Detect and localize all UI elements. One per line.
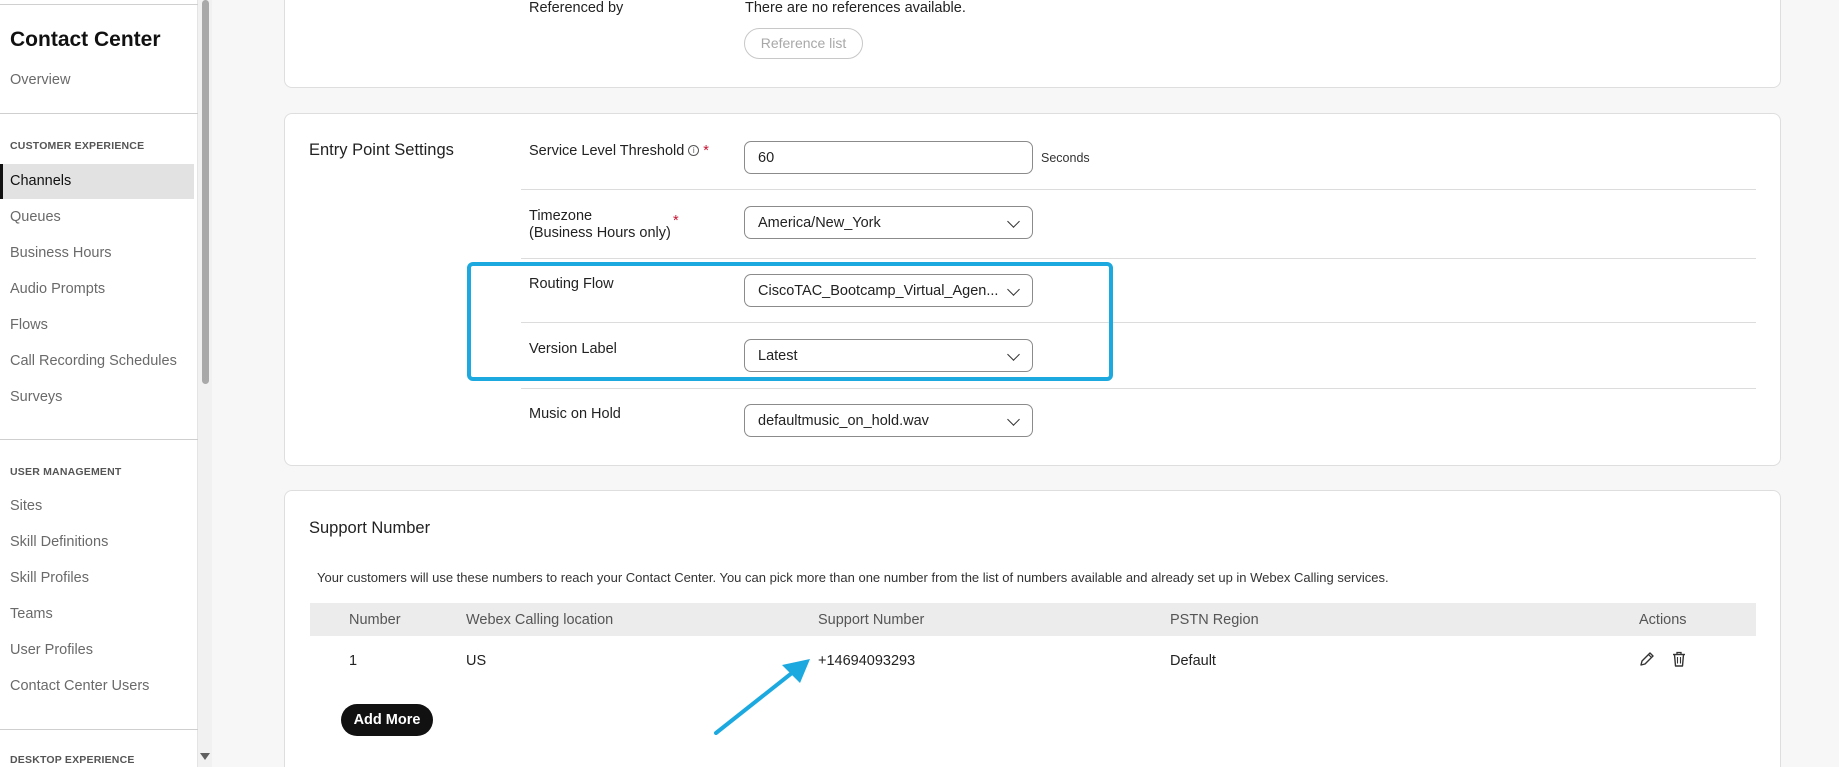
timezone-label-line2: (Business Hours only) (529, 225, 671, 241)
references-card (284, 0, 1781, 88)
timezone-value: America/New_York (758, 215, 881, 231)
row-divider (521, 189, 1756, 190)
section-user-management: USER MANAGEMENT (10, 466, 122, 478)
column-header-pstn-region: PSTN Region (1170, 612, 1259, 628)
sidebar-item-overview[interactable]: Overview (10, 72, 70, 88)
app-window: Contact Center Overview CUSTOMER EXPERIE… (0, 0, 1839, 767)
sidebar-item-business-hours[interactable]: Business Hours (10, 245, 112, 261)
cell-support-number: +14694093293 (818, 653, 916, 669)
required-asterisk: * (673, 213, 679, 229)
row-divider (521, 258, 1756, 259)
app-title: Contact Center (10, 28, 161, 51)
service-level-threshold-text: Service Level Threshold (529, 143, 685, 159)
sidebar-item-channels[interactable]: Channels (0, 164, 194, 199)
cell-number: 1 (349, 653, 358, 669)
column-header-support-number: Support Number (818, 612, 925, 628)
music-on-hold-value: defaultmusic_on_hold.wav (758, 413, 929, 429)
sidebar-divider (0, 113, 198, 114)
column-header-webex-calling-location: Webex Calling location (466, 612, 614, 628)
scroll-down-arrow-icon[interactable] (200, 753, 210, 760)
sidebar-divider (0, 439, 198, 440)
arrow-annotation (714, 659, 810, 735)
column-header-number: Number (349, 612, 401, 628)
music-on-hold-label: Music on Hold (529, 406, 621, 422)
info-icon[interactable]: i (688, 145, 700, 156)
sidebar-divider (0, 729, 198, 730)
sidebar-item-sites[interactable]: Sites (10, 498, 42, 514)
sidebar-item-call-recording-schedules[interactable]: Call Recording Schedules (10, 353, 177, 369)
add-more-button[interactable]: Add More (341, 704, 433, 736)
sidebar-item-skill-profiles[interactable]: Skill Profiles (10, 570, 89, 586)
chevron-down-icon (1007, 215, 1020, 228)
sidebar-item-label: Channels (10, 173, 72, 189)
timezone-label-line1: Timezone (529, 208, 593, 224)
entry-point-settings-title: Entry Point Settings (309, 141, 454, 159)
sidebar-item-skill-definitions[interactable]: Skill Definitions (10, 534, 108, 550)
chevron-down-icon (1007, 413, 1020, 426)
seconds-units-label: Seconds (1041, 151, 1090, 165)
referenced-by-value: There are no references available. (745, 0, 966, 16)
sidebar-item-flows[interactable]: Flows (10, 317, 48, 333)
support-number-title: Support Number (309, 519, 431, 537)
column-header-actions: Actions (1639, 612, 1687, 628)
sidebar-item-audio-prompts[interactable]: Audio Prompts (10, 281, 105, 297)
row-divider (521, 388, 1756, 389)
cell-location: US (466, 653, 487, 669)
service-level-threshold-input[interactable]: 60 (744, 141, 1033, 174)
timezone-select[interactable]: America/New_York (744, 206, 1033, 239)
sidebar-item-user-profiles[interactable]: User Profiles (10, 642, 93, 658)
service-level-threshold-value: 60 (758, 150, 775, 166)
section-customer-experience: CUSTOMER EXPERIENCE (10, 140, 145, 152)
sidebar-item-surveys[interactable]: Surveys (10, 389, 62, 405)
music-on-hold-select[interactable]: defaultmusic_on_hold.wav (744, 404, 1033, 437)
sidebar-scrollbar-thumb[interactable] (202, 0, 209, 384)
section-desktop-experience: DESKTOP EXPERIENCE (10, 754, 135, 766)
reference-list-button[interactable]: Reference list (744, 28, 863, 59)
required-asterisk: * (703, 143, 709, 159)
sidebar-item-contact-center-users[interactable]: Contact Center Users (10, 678, 149, 694)
referenced-by-label: Referenced by (529, 0, 624, 16)
service-level-threshold-label: Service Level Threshold i * (529, 143, 709, 159)
highlight-box-annotation (467, 262, 1113, 381)
sidebar-item-queues[interactable]: Queues (10, 209, 61, 225)
sidebar-item-teams[interactable]: Teams (10, 606, 53, 622)
cell-pstn-region: Default (1170, 653, 1216, 669)
trash-icon[interactable] (1670, 650, 1688, 668)
sidebar: Contact Center Overview CUSTOMER EXPERIE… (0, 0, 198, 767)
edit-icon[interactable] (1638, 650, 1656, 668)
sidebar-divider (0, 4, 198, 5)
support-number-description: Your customers will use these numbers to… (317, 570, 1389, 585)
